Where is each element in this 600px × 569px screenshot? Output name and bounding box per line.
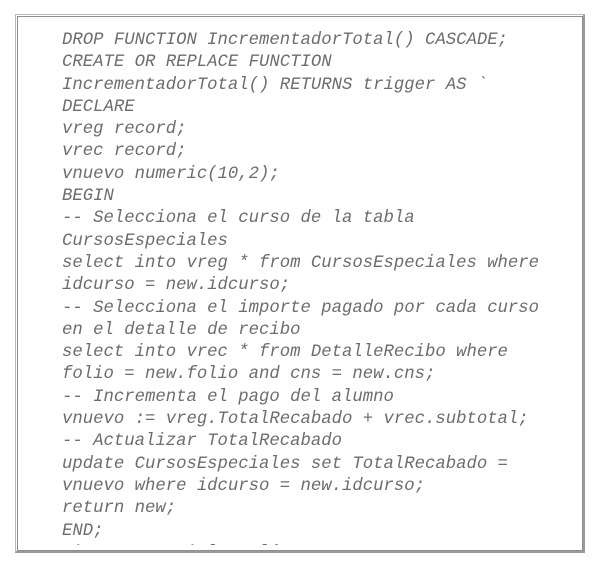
- code-line: vnuevo numeric(10,2);: [62, 164, 280, 184]
- code-line: -- Selecciona el curso de la tabla: [62, 209, 415, 229]
- code-line: select into vrec * from DetalleRecibo wh…: [62, 343, 508, 363]
- code-listing-frame: DROP FUNCTION IncrementadorTotal() CASCA…: [15, 14, 585, 553]
- code-line: DROP FUNCTION IncrementadorTotal() CASCA…: [62, 31, 508, 50]
- code-line: DECLARE: [62, 97, 135, 117]
- code-line: ` LANGUAGE `plpgsql’;: [62, 543, 577, 545]
- code-line: en el detalle de recibo: [62, 320, 301, 340]
- code-line: update CursosEspeciales set TotalRecabad…: [62, 454, 508, 474]
- code-line: vnuevo where idcurso = new.idcurso;: [62, 476, 425, 496]
- code-line: idcurso = new.idcurso;: [62, 276, 291, 296]
- code-line: -- Selecciona el importe pagado por cada…: [62, 298, 540, 318]
- code-line: -- Actualizar TotalRecabado: [62, 432, 343, 452]
- code-listing-text: DROP FUNCTION IncrementadorTotal() CASCA…: [62, 30, 577, 545]
- code-line: BEGIN: [62, 187, 114, 207]
- code-line: -- Incrementa el pago del alumno: [62, 387, 394, 407]
- code-line: select into vreg * from CursosEspeciales…: [62, 253, 540, 273]
- code-line: vreg record;: [62, 120, 187, 140]
- code-line: END;: [62, 521, 104, 541]
- document-page: DROP FUNCTION IncrementadorTotal() CASCA…: [0, 0, 600, 569]
- code-line: vrec record;: [62, 142, 187, 162]
- code-line: CREATE OR REPLACE FUNCTION: [62, 53, 332, 73]
- code-line: IncrementadorTotal() RETURNS trigger AS …: [62, 75, 488, 95]
- code-line: vnuevo := vreg.TotalRecabado + vrec.subt…: [62, 410, 529, 430]
- code-line: return new;: [62, 499, 177, 519]
- code-line: CursosEspeciales: [62, 231, 228, 251]
- code-line: folio = new.folio and cns = new.cns;: [62, 365, 436, 385]
